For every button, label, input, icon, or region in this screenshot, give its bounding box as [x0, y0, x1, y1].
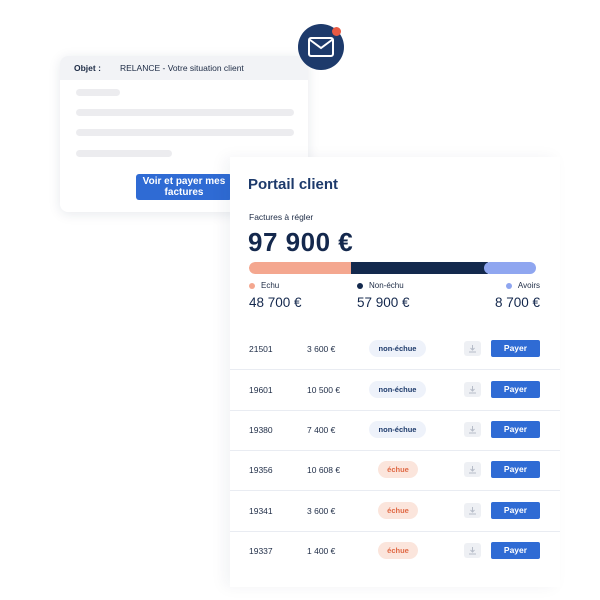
- pay-button[interactable]: Payer: [491, 421, 540, 438]
- invoice-amount: 7 400 €: [307, 425, 336, 435]
- client-portal-card: Portail client Factures à régler 97 900 …: [230, 157, 560, 587]
- overdue-segment: [249, 262, 351, 274]
- legend-dot: [249, 282, 255, 289]
- text-placeholder-line: [76, 109, 294, 116]
- download-icon[interactable]: [464, 462, 481, 477]
- legend-label: Avoirs: [517, 281, 540, 290]
- pay-button[interactable]: Payer: [491, 461, 540, 478]
- total-amount: 97 900 €: [248, 227, 354, 257]
- invoice-row: 19341 3 600 € échue Payer: [230, 491, 560, 532]
- subject-value: RELANCE - Votre situation client: [120, 63, 244, 73]
- invoices-to-pay-label: Factures à régler: [249, 212, 314, 222]
- invoice-amount: 10 608 €: [307, 465, 341, 475]
- status-badge: non-échue: [369, 340, 426, 357]
- invoice-row: 19380 7 400 € non-échue Payer: [230, 410, 560, 451]
- not-due-segment: [350, 262, 488, 274]
- invoice-amount: 3 600 €: [307, 344, 336, 354]
- status-badge: échue: [378, 502, 418, 519]
- email-subject-bar: Objet : RELANCE - Votre situation client: [60, 56, 308, 80]
- invoice-number: 19337: [249, 546, 273, 556]
- invoice-number: 19341: [249, 506, 273, 516]
- invoice-amount: 3 600 €: [307, 506, 336, 516]
- invoice-row: 19337 1 400 € échue Payer: [230, 531, 560, 571]
- status-badge: échue: [378, 542, 418, 559]
- download-icon[interactable]: [464, 382, 481, 397]
- portal-title: Portail client: [248, 176, 339, 193]
- pay-button[interactable]: Payer: [491, 340, 540, 357]
- credit-segment: [483, 262, 536, 274]
- balance-breakdown-bar: [249, 262, 540, 274]
- invoice-row: 19601 10 500 € non-échue Payer: [230, 370, 560, 411]
- pay-button[interactable]: Payer: [491, 381, 540, 398]
- view-and-pay-invoices-button[interactable]: Voir et payer mes factures: [136, 174, 232, 200]
- legend-credits: Avoirs 8 700 €: [495, 281, 540, 310]
- download-icon[interactable]: [464, 422, 481, 437]
- text-placeholder-line: [76, 89, 120, 96]
- text-placeholder-line: [76, 129, 294, 136]
- notification-dot: [332, 27, 341, 36]
- legend-dot: [357, 282, 363, 289]
- legend-amount: 57 900 €: [357, 295, 410, 310]
- status-badge: non-échue: [369, 421, 426, 438]
- legend-overdue: Echu 48 700 €: [249, 281, 302, 310]
- text-placeholder-line: [76, 150, 172, 157]
- envelope-icon: [308, 37, 334, 57]
- invoice-number: 19380: [249, 425, 273, 435]
- legend-amount: 48 700 €: [249, 295, 302, 310]
- download-icon[interactable]: [464, 543, 481, 558]
- invoice-row: 19356 10 608 € échue Payer: [230, 450, 560, 491]
- status-badge: échue: [378, 461, 418, 478]
- invoice-number: 19601: [249, 385, 273, 395]
- pay-button[interactable]: Payer: [491, 542, 540, 559]
- pay-button[interactable]: Payer: [491, 502, 540, 519]
- legend-amount: 8 700 €: [494, 295, 540, 310]
- invoice-amount: 1 400 €: [307, 546, 336, 556]
- legend-not-due: Non-échu 57 900 €: [357, 281, 410, 310]
- download-icon[interactable]: [464, 341, 481, 356]
- legend-label: Non-échu: [369, 281, 404, 290]
- mail-icon: [298, 24, 344, 70]
- legend-label: Echu: [261, 281, 280, 290]
- invoice-row: 21501 3 600 € non-échue Payer: [230, 329, 560, 370]
- invoice-number: 19356: [249, 465, 273, 475]
- legend-dot: [505, 282, 512, 289]
- invoice-amount: 10 500 €: [307, 385, 341, 395]
- download-icon[interactable]: [464, 503, 481, 518]
- subject-label: Objet :: [74, 63, 101, 73]
- status-badge: non-échue: [369, 381, 426, 398]
- invoice-number: 21501: [249, 344, 273, 354]
